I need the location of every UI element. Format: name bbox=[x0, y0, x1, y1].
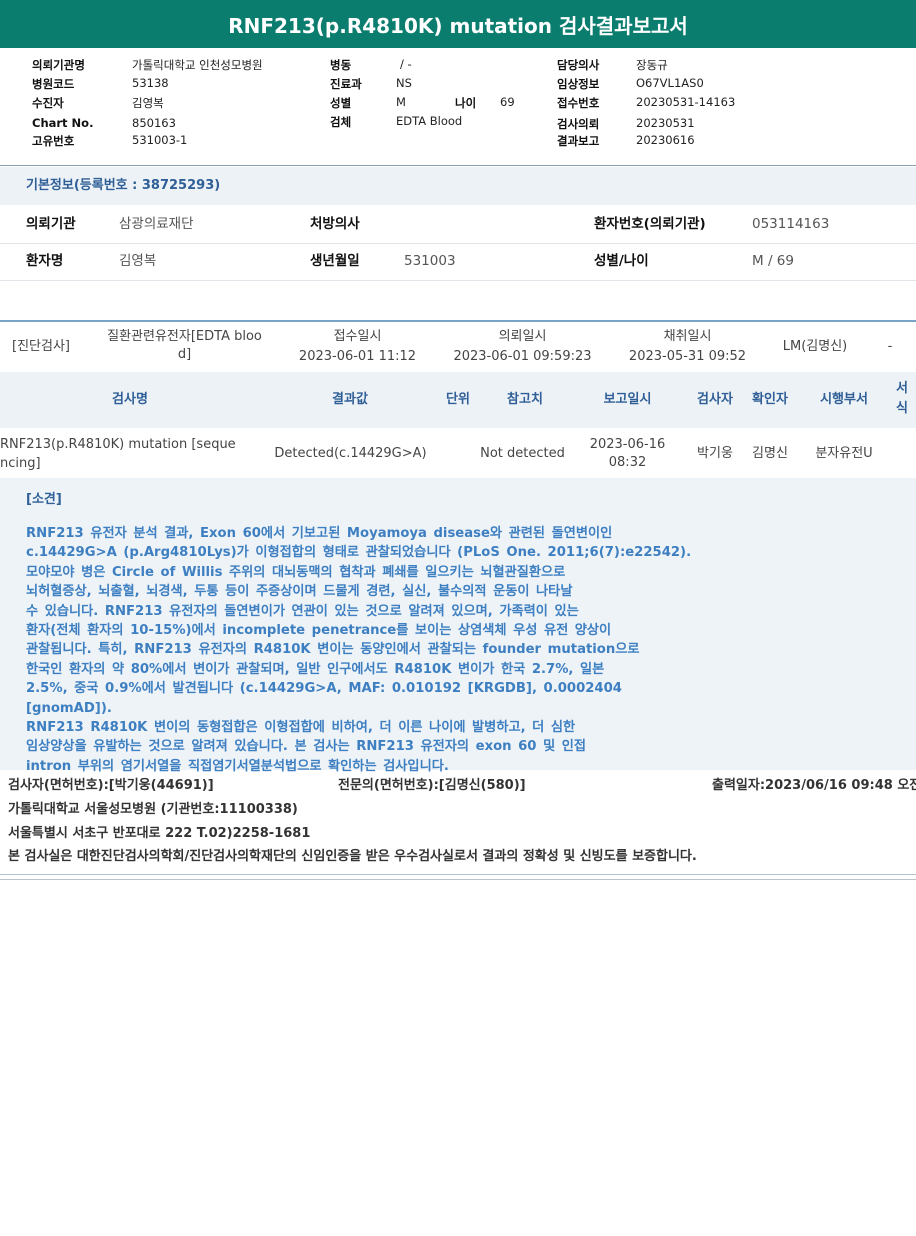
result-value: Detected(c.14429G>A) bbox=[274, 446, 427, 461]
clinical-info-label: 임상정보 bbox=[557, 77, 600, 91]
comment-section: [소견] RNF213 유전자 분석 결과, Exon 60에서 기보고된 Mo… bbox=[0, 478, 916, 774]
receipt-no-value: 20230531-14163 bbox=[636, 95, 736, 109]
unique-no-label: 고유번호 bbox=[32, 134, 75, 148]
col-confirmer: 확인자 bbox=[752, 392, 788, 407]
age-value: 69 bbox=[500, 95, 515, 109]
birth-value: 531003 bbox=[404, 253, 456, 269]
birth-label: 생년월일 bbox=[310, 253, 360, 269]
specimen-value: EDTA Blood bbox=[396, 114, 463, 128]
department-value: NS bbox=[396, 76, 412, 90]
col-unit: 단위 bbox=[446, 392, 470, 407]
chart-no-label: Chart No. bbox=[32, 116, 94, 130]
footer-specialist: 전문의(면허번호):[김명신(580)] bbox=[338, 778, 526, 793]
prescriber-label: 처방의사 bbox=[310, 216, 360, 232]
footer-hospital-line: 가톨릭대학교 서울성모병원 (기관번호:11100338) bbox=[0, 798, 916, 818]
footer-certification-line: 본 검사실은 대한진단검사의학회/진단검사의학재단의 신임인증을 받은 우수검사… bbox=[0, 845, 916, 865]
hospital-code-value: 53138 bbox=[132, 76, 169, 90]
result-test-name-2: ncing] bbox=[0, 456, 41, 471]
org-label: 의뢰기관 bbox=[26, 216, 76, 232]
result-report-date-1: 2023-06-16 bbox=[589, 437, 666, 452]
patient-label: 수진자 bbox=[32, 96, 64, 110]
unique-no-value: 531003-1 bbox=[132, 133, 188, 147]
basic-info-title: 기본정보(등록번호 : 38725293) bbox=[0, 167, 916, 205]
requested-value: 2023-06-01 09:59:23 bbox=[453, 349, 592, 364]
order-category: [진단검사] bbox=[12, 339, 70, 354]
col-test-name: 검사명 bbox=[112, 392, 148, 407]
requested-label: 의뢰일시 bbox=[498, 329, 547, 344]
comment-body: RNF213 유전자 분석 결과, Exon 60에서 기보고된 Moyamoy… bbox=[26, 526, 692, 774]
col-extra-1: 서 bbox=[896, 381, 908, 396]
patient-no-label: 환자번호(의뢰기관) bbox=[594, 216, 706, 232]
footer-output-date: 출력일자:2023/06/16 09:48 오전 bbox=[712, 778, 916, 793]
received-label: 접수일시 bbox=[333, 329, 382, 344]
sex-age-label: 성별/나이 bbox=[594, 253, 649, 269]
footer-address-line: 서울특별시 서초구 반포대로 222 T.02)2258-1681 bbox=[0, 822, 916, 842]
result-tester: 박기웅 bbox=[697, 446, 733, 461]
order-dash: - bbox=[887, 339, 893, 354]
comment-title: [소견] bbox=[26, 492, 62, 507]
header-divider bbox=[0, 165, 916, 166]
basic-info-row-1: 의뢰기관 삼광의료재단 처방의사 환자번호(의뢰기관) 053114163 bbox=[0, 206, 916, 244]
result-report-label: 결과보고 bbox=[557, 134, 600, 148]
result-table-header: 검사명 결과값 단위 참고치 보고일시 검사자 확인자 시행부서 서 식 bbox=[0, 372, 916, 428]
age-label: 나이 bbox=[455, 96, 477, 110]
result-row: RNF213(p.R4810K) mutation [seque ncing] … bbox=[0, 430, 916, 479]
received-value: 2023-06-01 11:12 bbox=[298, 349, 417, 364]
referral-org-value: 가톨릭대학교 인천성모병원 bbox=[132, 58, 263, 72]
hospital-code-label: 병원코드 bbox=[32, 77, 75, 91]
result-test-name-1: RNF213(p.R4810K) mutation [seque bbox=[0, 437, 236, 452]
result-confirmer: 김명신 bbox=[752, 446, 788, 461]
attending-doctor-label: 담당의사 bbox=[557, 58, 600, 72]
patient-name-value: 김영복 bbox=[119, 253, 157, 269]
col-extra-2: 식 bbox=[896, 401, 908, 416]
clinical-info-value: O67VL1AS0 bbox=[636, 76, 704, 90]
result-dept: 분자유전U bbox=[815, 446, 873, 461]
col-dept: 시행부서 bbox=[820, 392, 868, 407]
order-test-line-2: d] bbox=[177, 347, 192, 362]
patient-no-value: 053114163 bbox=[752, 216, 830, 232]
referral-org-label: 의뢰기관명 bbox=[32, 58, 85, 72]
collected-value: 2023-05-31 09:52 bbox=[628, 349, 747, 364]
order-row: [진단검사] 질환관련유전자[EDTA bloo d] 접수일시 2023-06… bbox=[0, 320, 916, 372]
ward-value: / - bbox=[400, 57, 412, 71]
patient-name-label: 환자명 bbox=[26, 253, 64, 269]
footer-address: 서울특별시 서초구 반포대로 222 T.02)2258-1681 bbox=[8, 826, 311, 841]
collected-label: 채취일시 bbox=[663, 329, 712, 344]
sex-age-value: M / 69 bbox=[752, 253, 794, 269]
sex-value: M bbox=[396, 95, 406, 109]
order-test-line-1: 질환관련유전자[EDTA bloo bbox=[107, 329, 262, 344]
result-report-value: 20230616 bbox=[636, 133, 695, 147]
footer-divider-1 bbox=[0, 874, 916, 875]
specimen-label: 검체 bbox=[330, 115, 352, 129]
header-info: 의뢰기관명 가톨릭대학교 인천성모병원 병원코드 53138 수진자 김영복 C… bbox=[0, 55, 916, 165]
ward-label: 병동 bbox=[330, 58, 352, 72]
report-title: RNF213(p.R4810K) mutation 검사결과보고서 bbox=[0, 0, 916, 48]
result-report-date-2: 08:32 bbox=[608, 455, 647, 470]
col-tester: 검사자 bbox=[697, 392, 733, 407]
footer-signatures: 검사자(면허번호):[박기웅(44691)] 전문의(면허번호):[김명신(58… bbox=[0, 774, 916, 794]
lm-value: LM(김명신) bbox=[782, 339, 848, 354]
receipt-no-label: 접수번호 bbox=[557, 96, 600, 110]
footer-tester: 검사자(면허번호):[박기웅(44691)] bbox=[8, 778, 214, 793]
department-label: 진료과 bbox=[330, 77, 362, 91]
attending-doctor-value: 장동규 bbox=[636, 58, 668, 72]
col-reference: 참고치 bbox=[507, 392, 543, 407]
footer-divider-2 bbox=[0, 879, 916, 880]
patient-value: 김영복 bbox=[132, 96, 164, 110]
chart-no-value: 850163 bbox=[132, 116, 176, 130]
footer-hospital: 가톨릭대학교 서울성모병원 (기관번호:11100338) bbox=[8, 802, 298, 817]
footer-certification: 본 검사실은 대한진단검사의학회/진단검사의학재단의 신임인증을 받은 우수검사… bbox=[8, 849, 697, 864]
sex-label: 성별 bbox=[330, 96, 352, 110]
org-value: 삼광의료재단 bbox=[119, 216, 194, 232]
test-request-label: 검사의뢰 bbox=[557, 117, 600, 131]
col-report-date: 보고일시 bbox=[603, 392, 652, 407]
test-request-value: 20230531 bbox=[636, 116, 695, 130]
basic-info-row-2: 환자명 김영복 생년월일 531003 성별/나이 M / 69 bbox=[0, 243, 916, 281]
result-reference: Not detected bbox=[480, 446, 565, 461]
col-result: 결과값 bbox=[332, 392, 368, 407]
